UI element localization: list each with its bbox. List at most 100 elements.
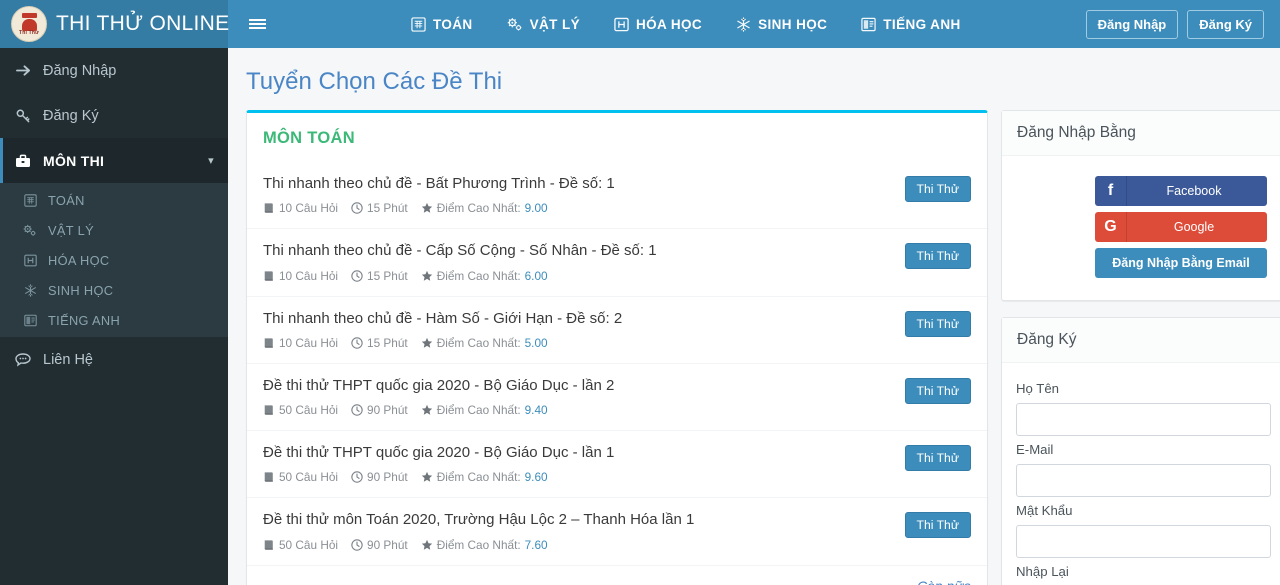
book-icon xyxy=(263,539,275,551)
form-field: Mật Khẩu xyxy=(1016,503,1271,558)
sidebar-submenu: TOÁN VẬT LÝ HÓA HỌC SINH HỌC xyxy=(0,183,228,337)
exam-best-score: Điểm Cao Nhất:9.60 xyxy=(421,470,548,484)
main-nav: TOÁN VẬT LÝ HÓA HỌC SINH HỌC xyxy=(286,17,1086,32)
sidebar-item-vat-ly[interactable]: VẬT LÝ xyxy=(0,215,228,245)
exam-title[interactable]: Đề thi thử THPT quốc gia 2020 - Bộ Giáo … xyxy=(263,443,905,463)
hoten-input[interactable] xyxy=(1016,403,1271,436)
header-register-button[interactable]: Đăng Ký xyxy=(1187,10,1264,39)
exam-best-score: Điểm Cao Nhất:7.60 xyxy=(421,538,548,552)
book-icon xyxy=(263,404,275,416)
exam-title[interactable]: Thi nhanh theo chủ đề - Hàm Số - Giới Hạ… xyxy=(263,309,905,329)
exam-meta: 50 Câu Hỏi90 PhútĐiểm Cao Nhất:9.60 xyxy=(263,470,905,484)
email-login-button[interactable]: Đăng Nhập Bằng Email xyxy=(1095,248,1267,278)
sidebar-section-mon-thi[interactable]: MÔN THI ▾ xyxy=(0,138,228,183)
duration-text: 90 Phút xyxy=(367,538,408,552)
sidebar-section-label: MÔN THI xyxy=(43,153,104,169)
best-score-label: Điểm Cao Nhất: xyxy=(437,538,521,552)
sidebar-item-lien-he[interactable]: Liên Hệ xyxy=(0,337,228,382)
exam-title[interactable]: Thi nhanh theo chủ đề - Cấp Số Cộng - Số… xyxy=(263,241,905,261)
exam-meta: 50 Câu Hỏi 90 Phút Điểm Cao Nhất: 9.40 xyxy=(263,403,905,417)
left-sidebar: Đăng Nhập Đăng Ký MÔN THI ▾ TOÁN xyxy=(0,48,228,585)
try-exam-button[interactable]: Thi Thử xyxy=(905,512,971,538)
sidebar-item-sinh-hoc[interactable]: SINH HỌC xyxy=(0,275,228,305)
exam-questions: 10 Câu Hỏi xyxy=(263,336,338,350)
exam-best-score: Điểm Cao Nhất:5.00 xyxy=(421,336,548,350)
exam-duration: 90 Phút xyxy=(351,403,408,417)
exam-row[interactable]: Đề thi thử môn Toán 2020, Trường Hậu Lộc… xyxy=(247,497,987,564)
book-image-icon xyxy=(861,17,876,32)
questions-text: 10 Câu Hỏi xyxy=(279,201,338,215)
email-input[interactable] xyxy=(1016,464,1271,497)
form-label-hoten: Họ Tên xyxy=(1016,381,1271,396)
nav-label: TOÁN xyxy=(433,17,473,32)
best-score-value: 9.40 xyxy=(525,403,548,417)
facebook-icon: f xyxy=(1095,176,1127,206)
exam-questions: 10 Câu Hỏi xyxy=(263,201,338,215)
sidebar-subitem-label: TIẾNG ANH xyxy=(48,313,120,328)
exam-row[interactable]: Thi nhanh theo chủ đề - Cấp Số Cộng - Số… xyxy=(247,228,987,295)
exam-title[interactable]: Thi nhanh theo chủ đề - Bất Phương Trình… xyxy=(263,174,905,194)
more-link[interactable]: Còn nữa xyxy=(917,578,971,585)
matkhau-input[interactable] xyxy=(1016,525,1271,558)
social-login-panel: Đăng Nhập Bằng fFacebookGGoogleĐăng Nhập… xyxy=(1001,110,1280,301)
content-area: Tuyển Chọn Các Đề Thi MÔN TOÁN Thi nhanh… xyxy=(228,48,1280,585)
star-icon xyxy=(421,270,433,282)
exam-row[interactable]: Thi nhanh theo chủ đề - Hàm Số - Giới Hạ… xyxy=(247,296,987,363)
star-icon xyxy=(421,404,433,416)
brand-logo-block[interactable]: Thi Thử THI THỬ ONLINE xyxy=(0,0,228,48)
facebook-login-button[interactable]: fFacebook xyxy=(1095,176,1267,206)
nav-item-tieng-anh[interactable]: TIẾNG ANH xyxy=(861,17,960,32)
nav-item-toan[interactable]: TOÁN xyxy=(411,17,473,32)
sidebar-item-dang-ky[interactable]: Đăng Ký xyxy=(0,93,228,138)
header-login-button[interactable]: Đăng Nhập xyxy=(1086,10,1179,39)
exam-title[interactable]: Đề thi thử THPT quốc gia 2020 - Bộ Giáo … xyxy=(263,376,905,396)
main-column: MÔN TOÁN Thi nhanh theo chủ đề - Bất Phư… xyxy=(246,110,988,585)
exam-questions: 50 Câu Hỏi xyxy=(263,538,338,552)
nav-item-sinh-hoc[interactable]: SINH HỌC xyxy=(736,17,827,32)
exam-questions: 50 Câu Hỏi xyxy=(263,403,338,417)
briefcase-icon xyxy=(14,154,32,168)
best-score-label: Điểm Cao Nhất: xyxy=(437,403,521,417)
try-exam-button[interactable]: Thi Thử xyxy=(905,243,971,269)
exam-best-score: Điểm Cao Nhất:6.00 xyxy=(421,269,548,283)
hamburger-icon[interactable] xyxy=(228,0,286,48)
sidebar-item-tieng-anh[interactable]: TIẾNG ANH xyxy=(0,305,228,335)
clock-icon xyxy=(351,404,363,416)
exam-meta: 10 Câu Hỏi15 PhútĐiểm Cao Nhất:9.00 xyxy=(263,201,905,215)
social-button-label: Facebook xyxy=(1127,184,1267,198)
exam-info: Đề thi thử THPT quốc gia 2020 - Bộ Giáo … xyxy=(263,376,905,417)
nav-item-hoa-hoc[interactable]: HÓA HỌC xyxy=(614,17,702,32)
nav-item-vat-ly[interactable]: VẬT LÝ xyxy=(507,17,580,32)
sidebar-item-label: Đăng Nhập xyxy=(43,63,116,79)
sidebar-subitem-label: VẬT LÝ xyxy=(48,223,94,238)
try-exam-button[interactable]: Thi Thử xyxy=(905,445,971,471)
sidebar-item-toan[interactable]: TOÁN xyxy=(0,185,228,215)
sidebar-item-hoa-hoc[interactable]: HÓA HỌC xyxy=(0,245,228,275)
h-box-icon xyxy=(22,254,38,267)
best-score-label: Điểm Cao Nhất: xyxy=(437,336,521,350)
form-label-nhaplai: Nhập Lại xyxy=(1016,564,1271,579)
exam-row[interactable]: Đề thi thử THPT quốc gia 2020 - Bộ Giáo … xyxy=(247,363,987,430)
key-icon xyxy=(14,109,32,123)
exam-title[interactable]: Đề thi thử môn Toán 2020, Trường Hậu Lộc… xyxy=(263,510,905,530)
questions-text: 10 Câu Hỏi xyxy=(279,269,338,283)
google-login-button[interactable]: GGoogle xyxy=(1095,212,1267,242)
exam-duration: 15 Phút xyxy=(351,269,408,283)
try-exam-button[interactable]: Thi Thử xyxy=(905,378,971,404)
exam-row[interactable]: Đề thi thử THPT quốc gia 2020 - Bộ Giáo … xyxy=(247,430,987,497)
exam-row[interactable]: Thi nhanh theo chủ đề - Bất Phương Trình… xyxy=(247,162,987,228)
sidebar-item-dang-nhap[interactable]: Đăng Nhập xyxy=(0,48,228,93)
content-columns: MÔN TOÁN Thi nhanh theo chủ đề - Bất Phư… xyxy=(246,110,1266,585)
try-exam-button[interactable]: Thi Thử xyxy=(905,176,971,202)
calculator-icon xyxy=(411,17,426,32)
sidebar-item-label: Liên Hệ xyxy=(43,352,93,368)
try-exam-button[interactable]: Thi Thử xyxy=(905,311,971,337)
sidebar-subitem-label: TOÁN xyxy=(48,193,85,208)
header-auth-buttons: Đăng Nhập Đăng Ký xyxy=(1086,10,1280,39)
best-score-label: Điểm Cao Nhất: xyxy=(437,470,521,484)
questions-text: 50 Câu Hỏi xyxy=(279,538,338,552)
nav-label: SINH HỌC xyxy=(758,17,827,32)
exam-panel: MÔN TOÁN Thi nhanh theo chủ đề - Bất Phư… xyxy=(246,110,988,585)
best-score-value: 6.00 xyxy=(525,269,548,283)
book-icon xyxy=(263,202,275,214)
